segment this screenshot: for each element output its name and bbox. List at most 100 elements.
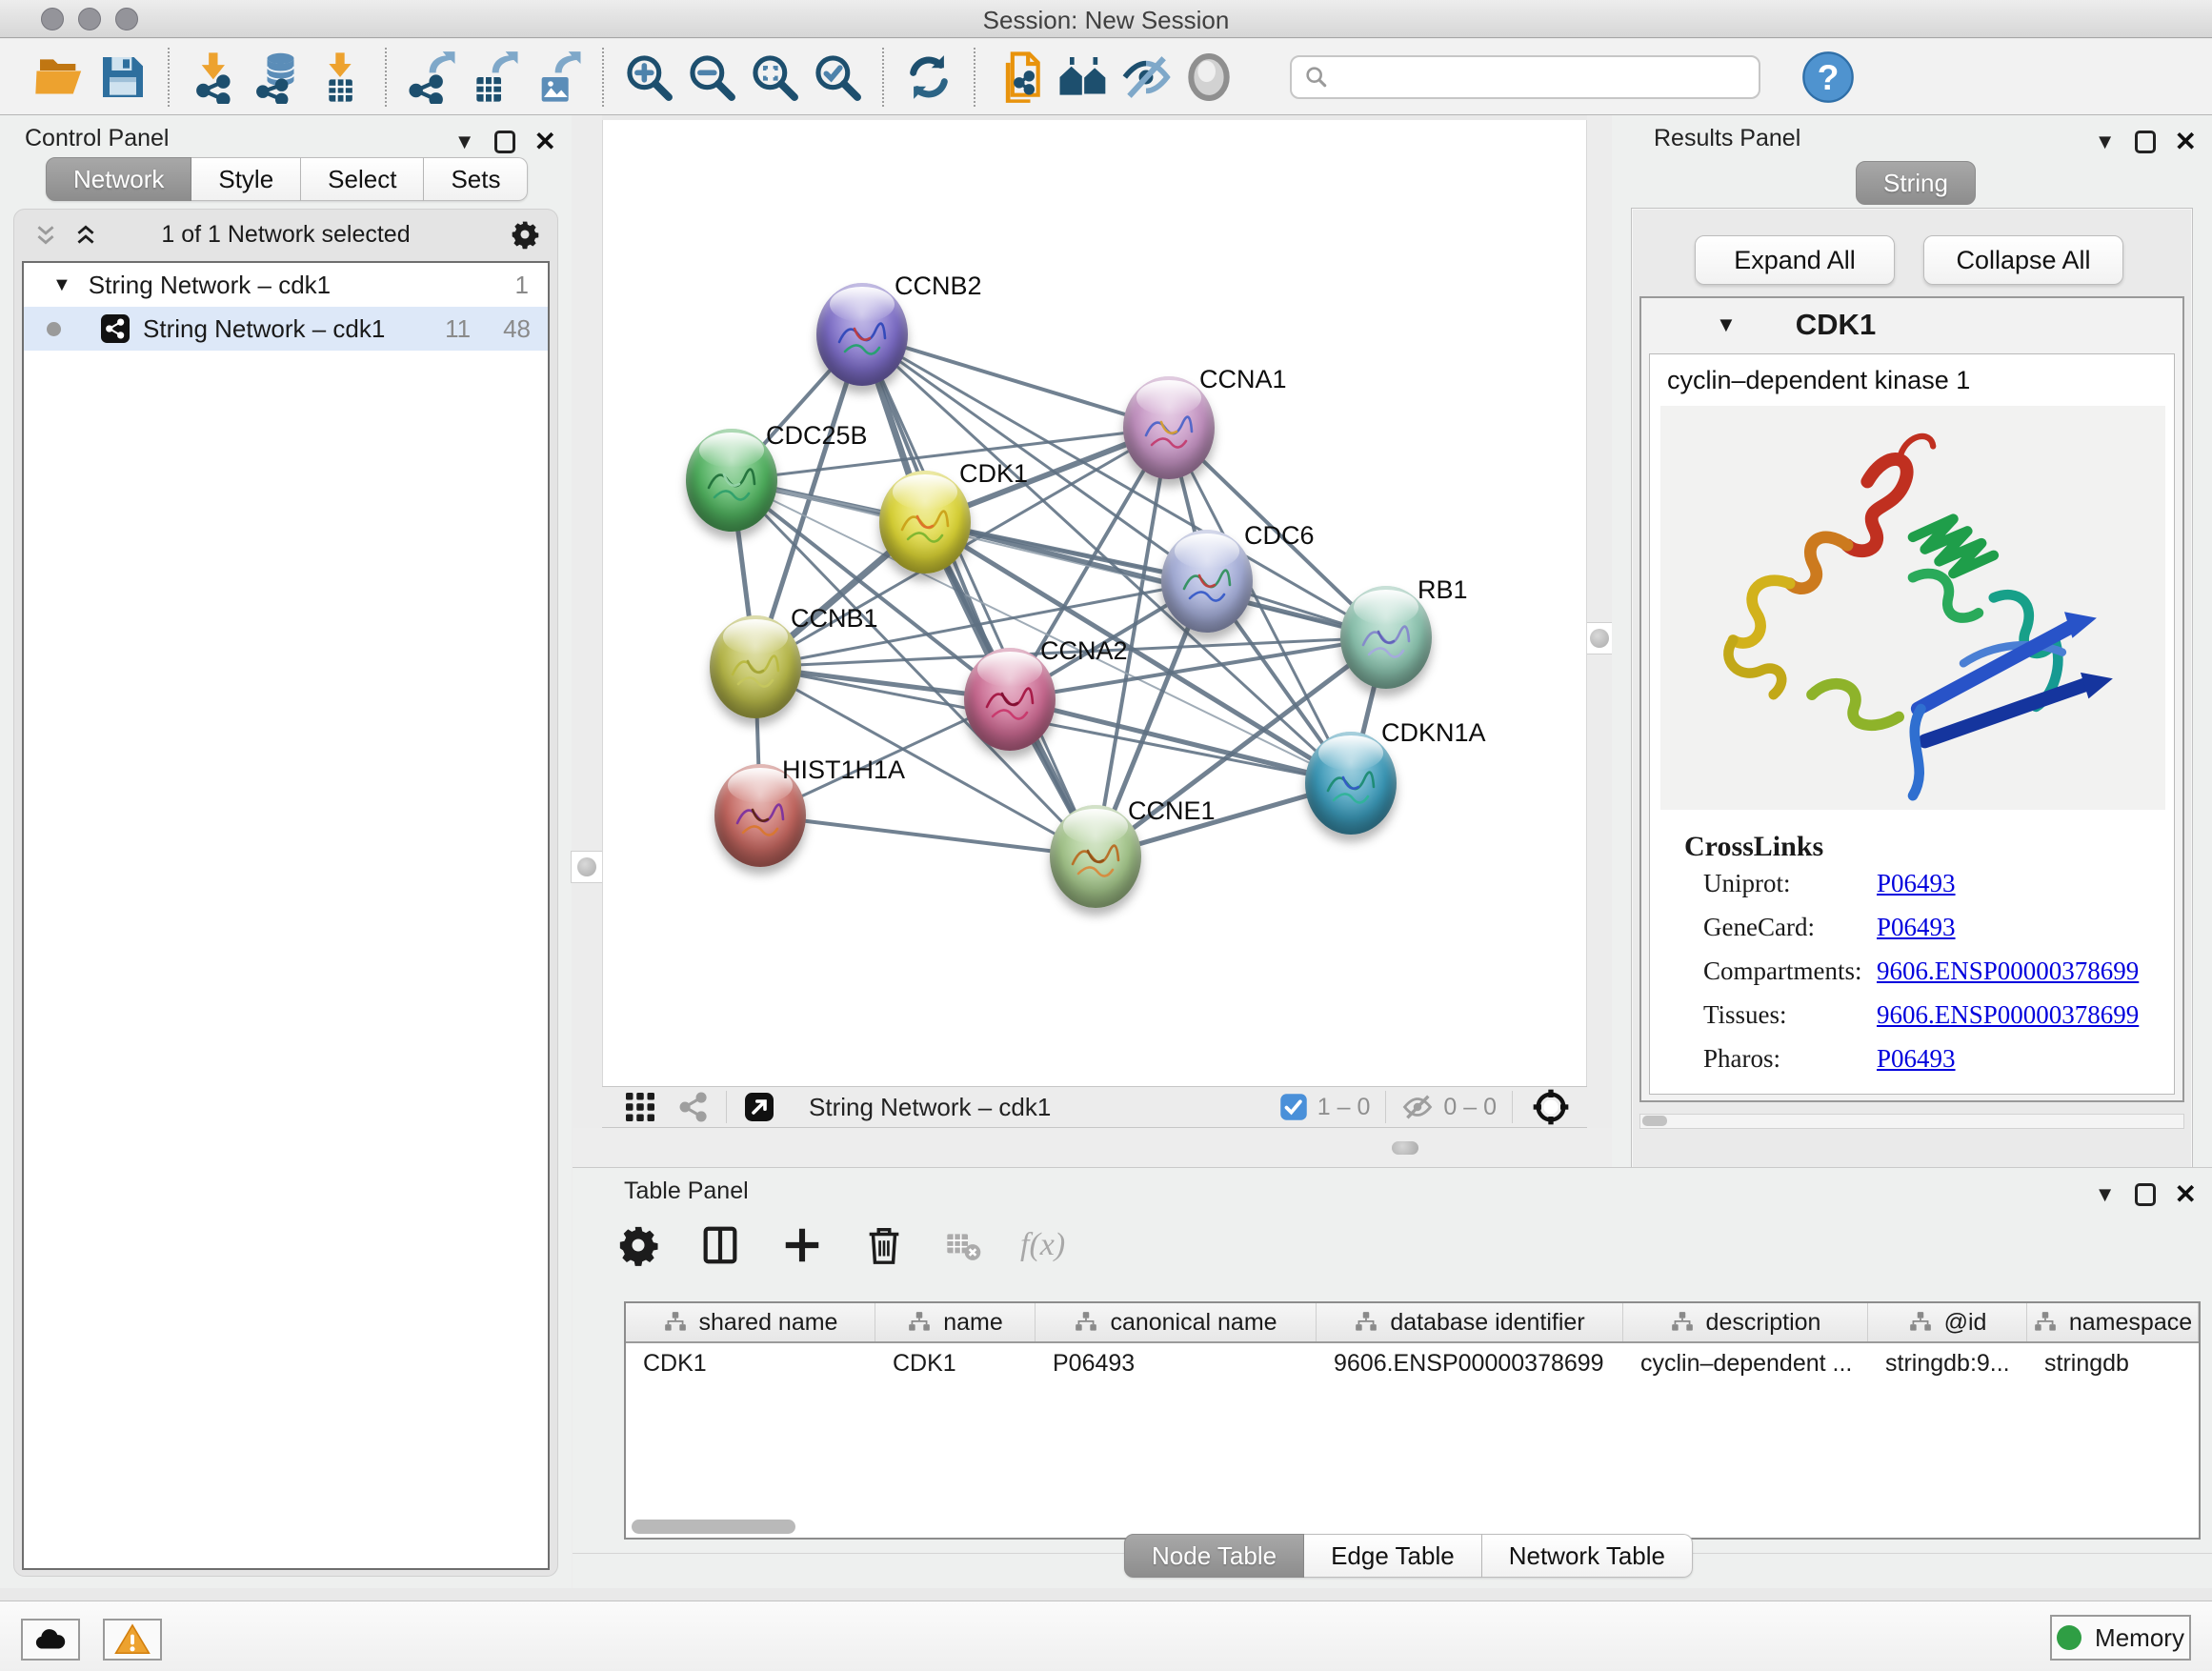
cell--id[interactable]: stringdb:9...: [1868, 1343, 2027, 1383]
detach-view-icon[interactable]: [742, 1090, 776, 1124]
right-splitter-handle[interactable]: [1583, 622, 1616, 654]
import-table-icon[interactable]: [309, 46, 372, 109]
show-columns-icon[interactable]: [698, 1223, 742, 1267]
crosslink-link[interactable]: 9606.ENSP00000378699: [1877, 1000, 2139, 1029]
refresh-icon[interactable]: [897, 46, 960, 109]
cloud-status-button[interactable]: [21, 1619, 80, 1661]
node-label-CCNE1: CCNE1: [1128, 796, 1216, 826]
export-image-icon[interactable]: [526, 46, 589, 109]
close-panel-icon[interactable]: ✕: [2175, 129, 2197, 155]
cell-namespace[interactable]: stringdb: [2027, 1343, 2199, 1383]
edge-CCNB2-CCNA1[interactable]: [862, 334, 1169, 428]
collapse-all-button[interactable]: Collapse All: [1923, 235, 2123, 285]
left-splitter-handle[interactable]: [571, 851, 603, 883]
column-header--id[interactable]: @id: [1868, 1303, 2027, 1341]
annotations-icon[interactable]: [989, 46, 1052, 109]
cell-canonical-name[interactable]: P06493: [1036, 1343, 1317, 1383]
table-options-gear-icon[interactable]: [616, 1223, 660, 1267]
network-label: String Network – cdk1: [143, 314, 385, 344]
node-CDC25B[interactable]: [686, 429, 777, 532]
edge-HIST1H1A-CCNE1[interactable]: [760, 815, 1096, 856]
zoom-in-icon[interactable]: [617, 46, 680, 109]
network-row-selected[interactable]: String Network – cdk1 11 48: [24, 307, 548, 351]
protein-card-header[interactable]: ▼ CDK1: [1641, 298, 2182, 352]
network-options-gear-icon[interactable]: [510, 219, 540, 250]
node-table: shared namenamecanonical namedatabase id…: [624, 1301, 2201, 1540]
show-all-panels-icon[interactable]: [1052, 46, 1115, 109]
save-session-icon[interactable]: [91, 46, 154, 109]
column-header-shared-name[interactable]: shared name: [626, 1303, 875, 1341]
network-edge-count: 48: [503, 314, 531, 344]
cell-name[interactable]: CDK1: [875, 1343, 1036, 1383]
tab-network-table[interactable]: Network Table: [1482, 1534, 1693, 1578]
column-header-database-identifier[interactable]: database identifier: [1317, 1303, 1623, 1341]
table-panel: Table Panel ▼ ✕ f(x) shared namenamecano…: [573, 1167, 2212, 1588]
crosslink-link[interactable]: 9606.ENSP00000378699: [1877, 956, 2139, 985]
crosslink-link[interactable]: P06493: [1877, 869, 1956, 897]
node-CDC6[interactable]: [1161, 530, 1253, 633]
zoom-fit-icon[interactable]: [743, 46, 806, 109]
collapse-panel-icon[interactable]: ▼: [2095, 131, 2116, 152]
import-network-file-icon[interactable]: [183, 46, 246, 109]
expand-all-button[interactable]: Expand All: [1695, 235, 1895, 285]
tab-network[interactable]: Network: [46, 157, 191, 201]
tab-style[interactable]: Style: [191, 157, 301, 201]
node-CDK1[interactable]: [879, 471, 971, 574]
crosslink-link[interactable]: P06493: [1877, 1044, 1956, 1073]
tab-select[interactable]: Select: [301, 157, 424, 201]
tab-sets[interactable]: Sets: [424, 157, 528, 201]
import-network-database-icon[interactable]: [246, 46, 309, 109]
open-session-icon[interactable]: [29, 46, 91, 109]
warnings-button[interactable]: [103, 1619, 162, 1661]
create-column-icon[interactable]: [780, 1223, 824, 1267]
zoom-out-icon[interactable]: [680, 46, 743, 109]
tab-string[interactable]: String: [1856, 161, 1976, 205]
collapse-panel-icon[interactable]: ▼: [454, 131, 475, 152]
zoom-selected-icon[interactable]: [806, 46, 869, 109]
node-label-CDC6: CDC6: [1244, 521, 1315, 551]
column-header-name[interactable]: name: [875, 1303, 1036, 1341]
table-horizontal-scrollbar[interactable]: [632, 1520, 795, 1534]
float-panel-icon[interactable]: [2135, 131, 2156, 153]
delete-column-icon[interactable]: [862, 1223, 906, 1267]
grid-view-icon[interactable]: [623, 1090, 657, 1124]
export-network-icon[interactable]: [400, 46, 463, 109]
float-panel-icon[interactable]: [494, 131, 515, 153]
export-table-icon[interactable]: [463, 46, 526, 109]
column-header-canonical-name[interactable]: canonical name: [1036, 1303, 1317, 1341]
card-collapse-icon[interactable]: ▼: [1716, 312, 1737, 337]
crosslink-link[interactable]: P06493: [1877, 913, 1956, 941]
birds-eye-crosshair-icon[interactable]: [1532, 1088, 1570, 1126]
tab-node-table[interactable]: Node Table: [1124, 1534, 1304, 1578]
selected-checkbox-icon[interactable]: [1279, 1093, 1308, 1121]
column-header-description[interactable]: description: [1623, 1303, 1868, 1341]
bottom-splitter-handle[interactable]: [1392, 1141, 1418, 1155]
cell-database-identifier[interactable]: 9606.ENSP00000378699: [1317, 1343, 1623, 1383]
column-header-namespace[interactable]: namespace: [2027, 1303, 2199, 1341]
collapse-panel-icon[interactable]: ▼: [2095, 1184, 2116, 1205]
hide-panel-icon[interactable]: [1115, 46, 1177, 109]
protein-structure-thumbnail: [1356, 611, 1417, 672]
table-tabs: Node TableEdge TableNetwork Table: [1124, 1534, 1693, 1578]
status-bar: Memory: [0, 1601, 2212, 1671]
cell-shared-name[interactable]: CDK1: [626, 1343, 875, 1383]
close-panel-icon[interactable]: ✕: [2175, 1181, 2197, 1208]
search-input[interactable]: [1290, 55, 1760, 99]
memory-button[interactable]: Memory: [2050, 1615, 2191, 1661]
cell-description[interactable]: cyclin–dependent ...: [1623, 1343, 1868, 1383]
network-view-icon[interactable]: [678, 1091, 711, 1123]
highlight-icon[interactable]: [1177, 46, 1240, 109]
table-row[interactable]: CDK1CDK1P064939606.ENSP00000378699cyclin…: [626, 1343, 2199, 1383]
protein-structure-image: [1659, 406, 2166, 810]
tree-expand-icon[interactable]: ▼: [52, 274, 71, 296]
edge-CDK1-RB1[interactable]: [925, 522, 1386, 637]
results-horizontal-scrollbar[interactable]: [1639, 1114, 2184, 1129]
tab-edge-table[interactable]: Edge Table: [1304, 1534, 1482, 1578]
help-icon[interactable]: ?: [1797, 46, 1860, 109]
node-CCNB1[interactable]: [710, 615, 801, 718]
close-panel-icon[interactable]: ✕: [534, 129, 556, 155]
float-panel-icon[interactable]: [2135, 1183, 2156, 1206]
hidden-eye-icon[interactable]: [1401, 1091, 1434, 1123]
network-canvas[interactable]: CCNB2CCNA1CDC25BCDK1CDC6RB1CCNB1CCNA2CDK…: [602, 120, 1587, 1086]
network-collection-row[interactable]: ▼ String Network – cdk1 1: [24, 263, 548, 307]
